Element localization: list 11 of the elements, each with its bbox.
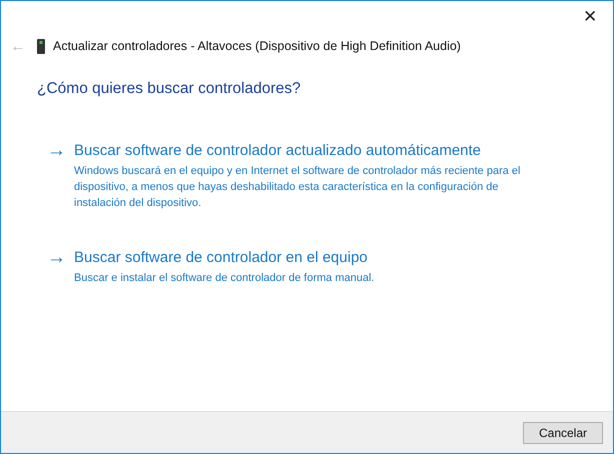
heading: ¿Cómo quieres buscar controladores? [37,79,302,99]
option-description: Windows buscará en el equipo y en Internet el software de controlador más reciente para el dispositivo, a menos que hayas deshabilitado esta característica en la configuración de instalación del dispositivo. [74,164,522,212]
option-description: Buscar e instalar el software de controlador de forma manual. [74,271,374,286]
arrow-icon: → [47,249,67,286]
cancel-button[interactable]: Cancelar [523,422,603,444]
arrow-icon: → [47,142,67,212]
option-link[interactable]: Buscar software de controlador en el equipo [74,249,368,268]
window-title: Actualizar controladores - Altavoces (Dispositivo de High Definition Audio) [53,38,461,55]
close-button[interactable]: ✕ [567,1,613,33]
option-link[interactable]: Buscar software de controlador actualizado automáticamente [74,142,481,160]
speaker-icon [37,38,45,54]
